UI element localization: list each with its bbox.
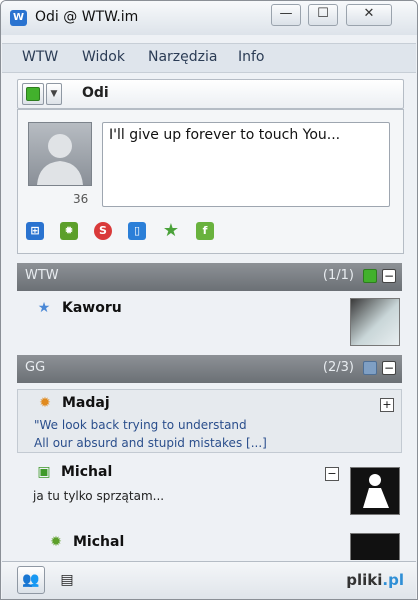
contact-description: ja tu tylko sprzątam... (33, 489, 165, 503)
close-button[interactable]: ✕ (346, 4, 392, 26)
bottom-bar: 👥 ▤ pliki.pl (2, 561, 416, 599)
notes-tab-button[interactable]: ▤ (53, 566, 81, 594)
group-name: GG (25, 360, 46, 375)
menu-widok[interactable]: Widok (82, 49, 125, 65)
contact-name: Michal (73, 534, 125, 550)
contact-avatar[interactable] (350, 467, 400, 515)
contact-name: Michal (61, 464, 113, 480)
expand-description-button[interactable]: + (380, 398, 394, 412)
wtw-app-icon[interactable]: W (10, 10, 27, 26)
contacts-tab-button[interactable]: 👥 (17, 566, 45, 594)
window-title: Odi @ WTW.im (35, 9, 139, 25)
app-window: W Odi @ WTW.im — ☐ ✕ WTW Widok Narzędzia… (0, 0, 418, 600)
network-icon[interactable]: ⊞ (26, 222, 44, 240)
contact-avatar[interactable] (350, 298, 400, 346)
contact-name: Kaworu (62, 300, 122, 316)
group-count: (1/1) (322, 268, 354, 283)
group-name: WTW (25, 268, 59, 283)
contact-name: Madaj (62, 395, 110, 411)
contact-madaj[interactable]: ✹ Madaj + "We look back trying to unders… (17, 389, 402, 453)
maximize-button[interactable]: ☐ (308, 4, 338, 26)
menu-bar: WTW Widok Narzędzia Info (2, 43, 416, 73)
status-description-field[interactable]: I'll give up forever to touch You... (102, 122, 390, 207)
avatar-counter: 36 (73, 192, 89, 206)
group-status-icon[interactable] (363, 269, 377, 283)
contact-michal-1[interactable]: ▣ Michal − ja tu tylko sprzątam... (17, 459, 402, 515)
contact-michal-2[interactable]: ✹ Michal (17, 529, 402, 560)
group-status-icon[interactable] (363, 361, 377, 375)
menu-narzedzia[interactable]: Narzędzia (148, 49, 217, 65)
gadu-gadu-status-icon: ✹ (50, 534, 62, 550)
contact-description-line1: "We look back trying to understand (34, 418, 247, 432)
contact-avatar[interactable] (350, 533, 400, 560)
contact-description-line2: All our absurd and stupid mistakes [...] (34, 436, 267, 450)
brand-suffix: .pl (382, 571, 404, 589)
group-count: (2/3) (322, 360, 354, 375)
collapse-description-button[interactable]: − (325, 467, 339, 481)
status-bar: ▼ Odi (17, 79, 404, 109)
star-status-icon: ★ (37, 300, 51, 316)
facebook-icon[interactable]: f (196, 222, 214, 240)
pliki-logo[interactable]: pliki.pl (346, 571, 404, 589)
menu-wtw[interactable]: WTW (22, 49, 58, 65)
skype-icon[interactable]: S (94, 222, 112, 240)
brand-prefix: pliki (346, 571, 383, 589)
away-status-icon: ✹ (39, 395, 51, 411)
minimize-button[interactable]: — (271, 4, 301, 26)
title-bar[interactable]: W Odi @ WTW.im — ☐ ✕ (1, 1, 417, 35)
group-collapse-button[interactable]: − (382, 361, 396, 375)
profile-panel: 36 I'll give up forever to touch You... … (17, 109, 404, 254)
status-button[interactable] (22, 83, 44, 105)
favorite-star-icon[interactable]: ★ (162, 222, 180, 240)
status-dropdown[interactable]: ▼ (46, 83, 62, 105)
group-collapse-button[interactable]: − (382, 269, 396, 283)
notes-icon[interactable]: ▯ (128, 222, 146, 240)
group-header-wtw[interactable]: WTW (1/1) − (17, 263, 402, 291)
own-avatar[interactable] (28, 122, 92, 186)
contact-kaworu[interactable]: ★ Kaworu (17, 293, 402, 346)
menu-info[interactable]: Info (238, 49, 265, 65)
mobile-status-icon: ▣ (37, 464, 51, 480)
gadu-gadu-icon[interactable]: ✹ (60, 222, 78, 240)
own-nick: Odi (82, 85, 109, 101)
group-header-gg[interactable]: GG (2/3) − (17, 355, 402, 383)
status-available-icon (26, 87, 40, 101)
